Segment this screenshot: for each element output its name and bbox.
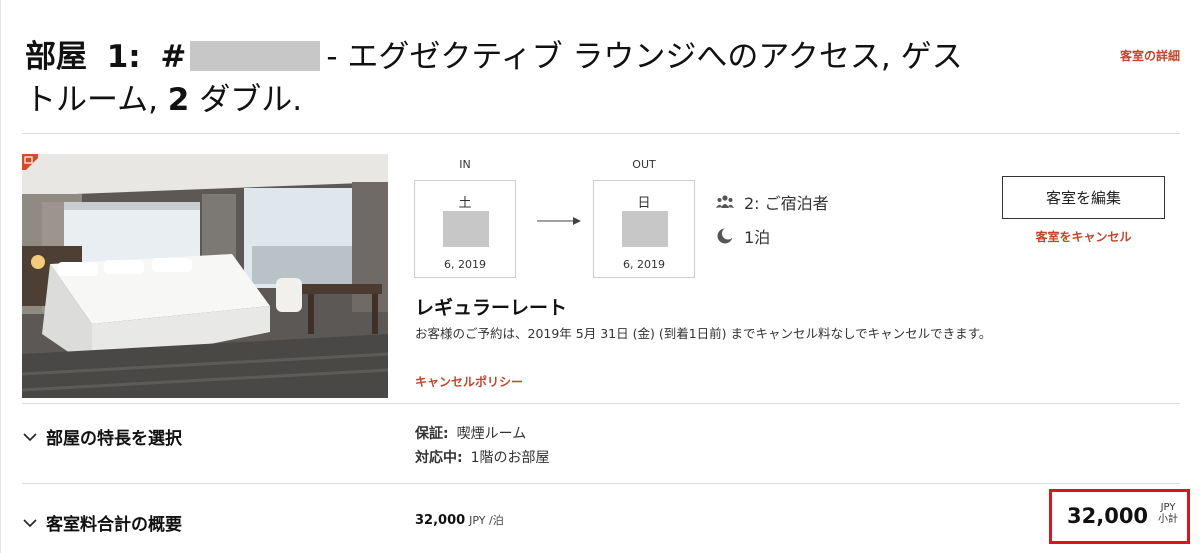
rate-description: お客様のご予約は、2019年 5月 31日 (金) (到着1日前) までキャンセ… [415,326,992,341]
room-prefix: 部屋 [25,39,87,75]
arrow-right-icon [537,217,581,225]
checkin-date: IN 土 6, 2019 [414,158,516,278]
guests-text: 2: ご宿泊者 [744,194,829,213]
room-features-toggle[interactable]: 部屋の特長を選択 [22,424,182,449]
checkout-date: OUT 日 6, 2019 [593,158,695,278]
checkout-year: 6, 2019 [623,258,665,271]
checkin-year: 6, 2019 [444,258,486,271]
subtotal-currency: JPY [1160,502,1176,513]
rate-title: レギュラーレート [415,297,568,319]
guarantee-line: 保証: 喫煙ルーム [415,423,526,443]
people-icon [716,193,734,211]
cancel-room-link[interactable]: 客室をキャンセル [1002,228,1165,245]
nightly-unit: JPY /泊 [469,514,504,527]
checkout-box: 日 6, 2019 [593,180,695,278]
divider [22,483,1180,484]
nights-row: 1泊 [716,224,770,248]
divider [22,403,1180,404]
charges-summary-toggle[interactable]: 客室料合計の概要 [22,510,182,535]
divider [22,133,1180,134]
request-line: 対応中: 1階のお部屋 [415,447,550,467]
nightly-rate: 32,000 JPY /泊 [415,512,504,528]
hash-mark: # [160,39,187,75]
room-features-label: 部屋の特長を選択 [46,429,182,449]
checkout-label: OUT [632,158,656,171]
redacted-checkin-date [443,211,489,247]
cancellation-policy-link[interactable]: キャンセルポリシー [415,373,523,390]
room-name-line1: - エグゼクティブ ラウンジへのアクセス, ゲス [326,39,963,75]
subtotal-label: 小計 [1158,514,1178,525]
favorite-badge-icon [22,154,38,170]
chevron-down-icon [23,518,37,527]
charges-summary-label: 客室料合計の概要 [46,515,182,535]
subtotal-highlight: 32,000 JPY 小計 [1049,489,1190,544]
subtotal-amount: 32,000 [1067,504,1149,528]
edit-room-button[interactable]: 客室を編集 [1002,176,1165,219]
room-title: 部屋 1: # - エグゼクティブ ラウンジへのアクセス, ゲストルーム, 2 ダ… [25,36,985,122]
checkin-label: IN [459,158,471,171]
moon-icon [716,227,734,245]
subtotal-currency-block: JPY 小計 [1158,502,1178,526]
room-name-line2b: 2 [167,82,190,118]
redacted-reservation-number [190,41,321,71]
checkin-day: 土 [458,196,472,211]
left-border [0,0,1,553]
room-name-line2c: ダブル. [189,82,303,118]
room-details-link[interactable]: 客室の詳細 [1120,47,1180,64]
guests-row: 2: ご宿泊者 [716,190,829,214]
checkout-day: 日 [637,196,651,211]
room-name-line2a: トルーム, [25,82,168,118]
chevron-down-icon [23,432,37,441]
redacted-checkout-date [622,211,668,247]
room-number: 1: [106,39,141,75]
room-photo [22,154,388,398]
nightly-amount: 32,000 [415,513,466,528]
request-key: 対応中: [415,450,463,466]
checkin-box: 土 6, 2019 [414,180,516,278]
guarantee-key: 保証: [415,426,449,442]
guarantee-value: 喫煙ルーム [456,426,527,442]
request-value: 1階のお部屋 [470,450,550,466]
nights-text: 1泊 [744,228,771,247]
